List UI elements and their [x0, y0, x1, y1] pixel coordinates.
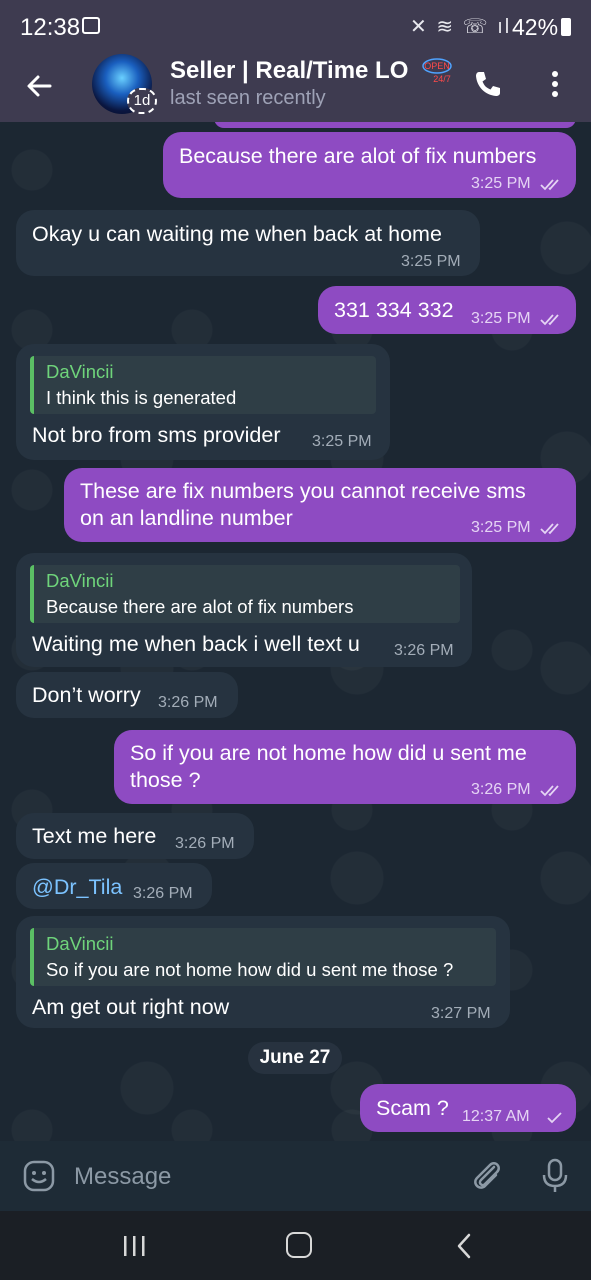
- quote-text: I think this is generated: [46, 387, 237, 408]
- phone-icon[interactable]: [470, 66, 506, 102]
- reply-quote[interactable]: DaVincii Because there are alot of fix n…: [30, 565, 460, 623]
- open-sign-text: OPEN: [424, 61, 450, 71]
- sent-checkmark-icon: [547, 1112, 562, 1124]
- message-time: 3:26 PM: [133, 885, 193, 902]
- recent-apps-icon[interactable]: [120, 1233, 150, 1259]
- message-bubble-outgoing[interactable]: So if you are not home how did u sent me…: [114, 730, 576, 804]
- battery-percent: 42%: [512, 14, 559, 40]
- message-text: Because there are alot of fix numbers: [179, 144, 537, 168]
- message-bubble-incoming[interactable]: @Dr_Tila 3:26 PM: [16, 863, 212, 909]
- system-navigation-bar: [0, 1211, 591, 1280]
- message-bubble-outgoing[interactable]: Scam ? 12:37 AM: [360, 1084, 576, 1132]
- message-bubble-incoming[interactable]: Text me here 3:26 PM: [16, 813, 254, 859]
- message-time: 3:25 PM: [471, 310, 531, 327]
- reply-quote[interactable]: DaVincii I think this is generated: [30, 356, 376, 414]
- message-text-line1: So if you are not home how did u sent me: [130, 741, 527, 765]
- message-time: 3:25 PM: [401, 253, 461, 270]
- read-checkmarks-icon: [540, 314, 559, 326]
- system-back-icon[interactable]: [452, 1231, 476, 1261]
- message-time: 3:25 PM: [312, 433, 372, 450]
- message-bubble-outgoing[interactable]: 331 334 332 3:25 PM: [318, 286, 576, 334]
- message-time: 3:25 PM: [471, 175, 531, 192]
- sticker-emoji-icon[interactable]: [22, 1159, 56, 1193]
- read-checkmarks-icon: [540, 785, 559, 797]
- message-text-line1: These are fix numbers you cannot receive…: [80, 479, 526, 503]
- quote-author: DaVincii: [46, 361, 114, 382]
- status-time: 12:38: [20, 14, 81, 41]
- message-time: 3:26 PM: [394, 642, 454, 659]
- message-bubble-incoming[interactable]: Don’t worry 3:26 PM: [16, 672, 238, 718]
- quote-author: DaVincii: [46, 933, 114, 954]
- story-badge: 1d: [127, 88, 157, 114]
- message-text: Don’t worry: [32, 683, 141, 707]
- status-bar: 12:38 ✕ ≋ ☏ ıl 42%: [0, 0, 591, 52]
- message-input[interactable]: [72, 1159, 456, 1195]
- more-options-icon[interactable]: [540, 66, 570, 102]
- message-bubble-incoming[interactable]: DaVincii I think this is generated Not b…: [16, 344, 390, 460]
- open-sign-hours: 24/7: [433, 74, 451, 84]
- message-text: 331 334 332: [334, 298, 454, 322]
- message-text: Okay u can waiting me when back at home: [32, 222, 442, 246]
- message-time: 3:27 PM: [431, 1005, 491, 1022]
- message-list[interactable]: Because there are alot of fix numbers 3:…: [0, 122, 591, 1141]
- read-checkmarks-icon: [540, 523, 559, 535]
- message-text-line2: those ?: [130, 768, 201, 792]
- message-time: 3:26 PM: [471, 781, 531, 798]
- message-bubble-incoming[interactable]: DaVincii Because there are alot of fix n…: [16, 553, 472, 667]
- message-text: Scam ?: [376, 1096, 449, 1120]
- message-bubble-incoming[interactable]: Okay u can waiting me when back at home …: [16, 210, 480, 276]
- username-mention-link[interactable]: @Dr_Tila: [32, 875, 122, 900]
- chat-header: 1d Seller | Real/Time LO OPEN 24/7 last …: [0, 52, 591, 122]
- connectivity-icons: ✕ ≋ ☏ ıl: [410, 16, 512, 38]
- message-text: Am get out right now: [32, 995, 230, 1019]
- message-bubble-outgoing[interactable]: These are fix numbers you cannot receive…: [64, 468, 576, 542]
- home-button-icon[interactable]: [286, 1232, 312, 1258]
- chat-title[interactable]: Seller | Real/Time LO: [170, 57, 415, 85]
- reply-quote[interactable]: DaVincii So if you are not home how did …: [30, 928, 496, 986]
- back-arrow-icon[interactable]: [20, 66, 60, 106]
- message-composer: [0, 1141, 591, 1211]
- message-time: 3:26 PM: [175, 835, 235, 852]
- message-bubble-outgoing[interactable]: [214, 122, 576, 128]
- read-checkmarks-icon: [540, 179, 559, 191]
- message-text-line2: on an landline number: [80, 506, 293, 530]
- open-24-7-sign-icon: OPEN 24/7: [422, 58, 452, 84]
- date-separator: June 27: [248, 1042, 342, 1074]
- message-text: Text me here: [32, 824, 157, 848]
- message-bubble-outgoing[interactable]: Because there are alot of fix numbers 3:…: [163, 132, 576, 198]
- gallery-notification-icon: [82, 17, 100, 34]
- quote-text: So if you are not home how did u sent me…: [46, 959, 454, 980]
- message-time: 3:25 PM: [471, 519, 531, 536]
- quote-text: Because there are alot of fix numbers: [46, 596, 354, 617]
- last-seen-status: last seen recently: [170, 87, 326, 109]
- message-time: 12:37 AM: [462, 1108, 530, 1125]
- quote-author: DaVincii: [46, 570, 114, 591]
- message-text: Waiting me when back i well text u: [32, 632, 360, 656]
- microphone-icon[interactable]: [540, 1157, 570, 1195]
- paperclip-attach-icon[interactable]: [470, 1157, 504, 1195]
- battery-icon: [561, 18, 571, 36]
- message-text: Not bro from sms provider: [32, 423, 281, 447]
- message-bubble-incoming[interactable]: DaVincii So if you are not home how did …: [16, 916, 510, 1028]
- message-time: 3:26 PM: [158, 694, 218, 711]
